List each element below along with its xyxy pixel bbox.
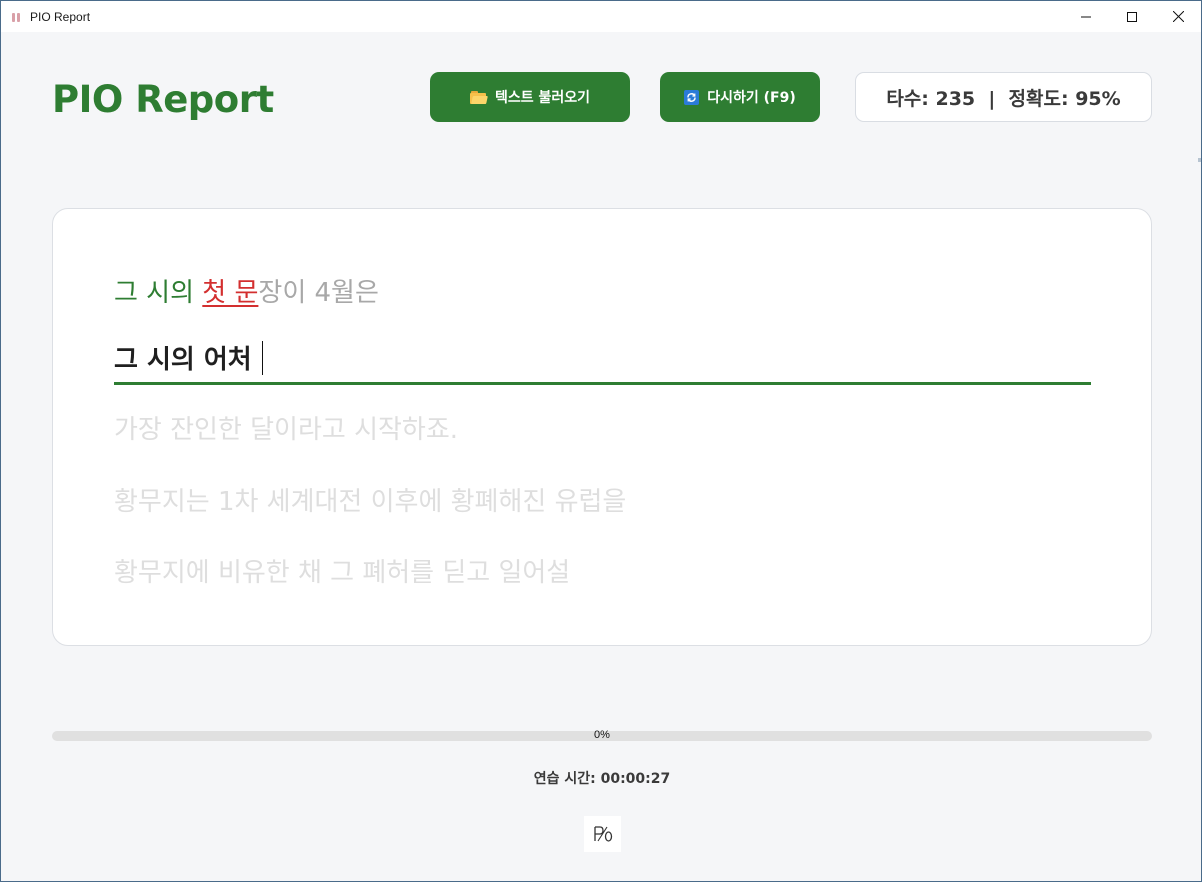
- load-text-label: 텍스트 불러오기: [494, 90, 591, 106]
- minimize-icon: [1081, 16, 1091, 17]
- title-bar: PIO Report: [1, 1, 1201, 32]
- typed-text: 그 시의 어처: [114, 345, 252, 375]
- stats-text: 타수: 235 | 정확도: 95%: [886, 87, 1121, 110]
- refresh-icon: [684, 89, 700, 105]
- maximize-icon: [1127, 11, 1137, 22]
- stats-display: 타수: 235 | 정확도: 95%: [855, 72, 1152, 122]
- progress-bar: 0%: [52, 729, 1152, 741]
- maximize-button[interactable]: [1109, 1, 1155, 32]
- current-line: 그 시의 첫 문장이 4월은: [114, 272, 379, 309]
- pio-logo-icon: [584, 816, 621, 852]
- remaining-segment: 장이 4월은: [258, 278, 379, 308]
- load-text-button[interactable]: 텍스트 불러오기: [430, 72, 630, 122]
- typing-card: 그 시의 첫 문장이 4월은 그 시의 어처 가장 잔인한 달이라고 시작하죠.…: [52, 208, 1152, 646]
- window-title: PIO Report: [30, 9, 91, 24]
- upcoming-line: 가장 잔인한 달이라고 시작하죠.: [114, 415, 459, 445]
- app-icon: [12, 11, 22, 23]
- minimize-button[interactable]: [1063, 1, 1109, 32]
- window-edge-marker: [1198, 158, 1201, 162]
- text-caret: [261, 340, 263, 375]
- window-controls: [1063, 1, 1201, 32]
- upcoming-line: 황무지는 1차 세계대전 이후에 황폐해진 유럽을: [114, 487, 627, 517]
- typing-input[interactable]: 그 시의 어처: [114, 339, 263, 376]
- folder-icon: [469, 90, 488, 104]
- close-button[interactable]: [1155, 1, 1201, 32]
- wrong-segment: 첫 문: [202, 278, 259, 308]
- practice-timer: 연습 시간: 00:00:27: [533, 771, 671, 787]
- upcoming-line: 황무지에 비유한 채 그 폐허를 딛고 일어설: [114, 558, 571, 588]
- progress-label: 0%: [594, 729, 610, 741]
- retry-label: 다시하기 (F9): [707, 90, 796, 106]
- retry-button[interactable]: 다시하기 (F9): [660, 72, 820, 122]
- close-icon: [1172, 11, 1184, 22]
- app-title: PIO Report: [52, 78, 274, 121]
- correct-segment: 그 시의: [114, 278, 203, 308]
- input-underline: [114, 382, 1091, 385]
